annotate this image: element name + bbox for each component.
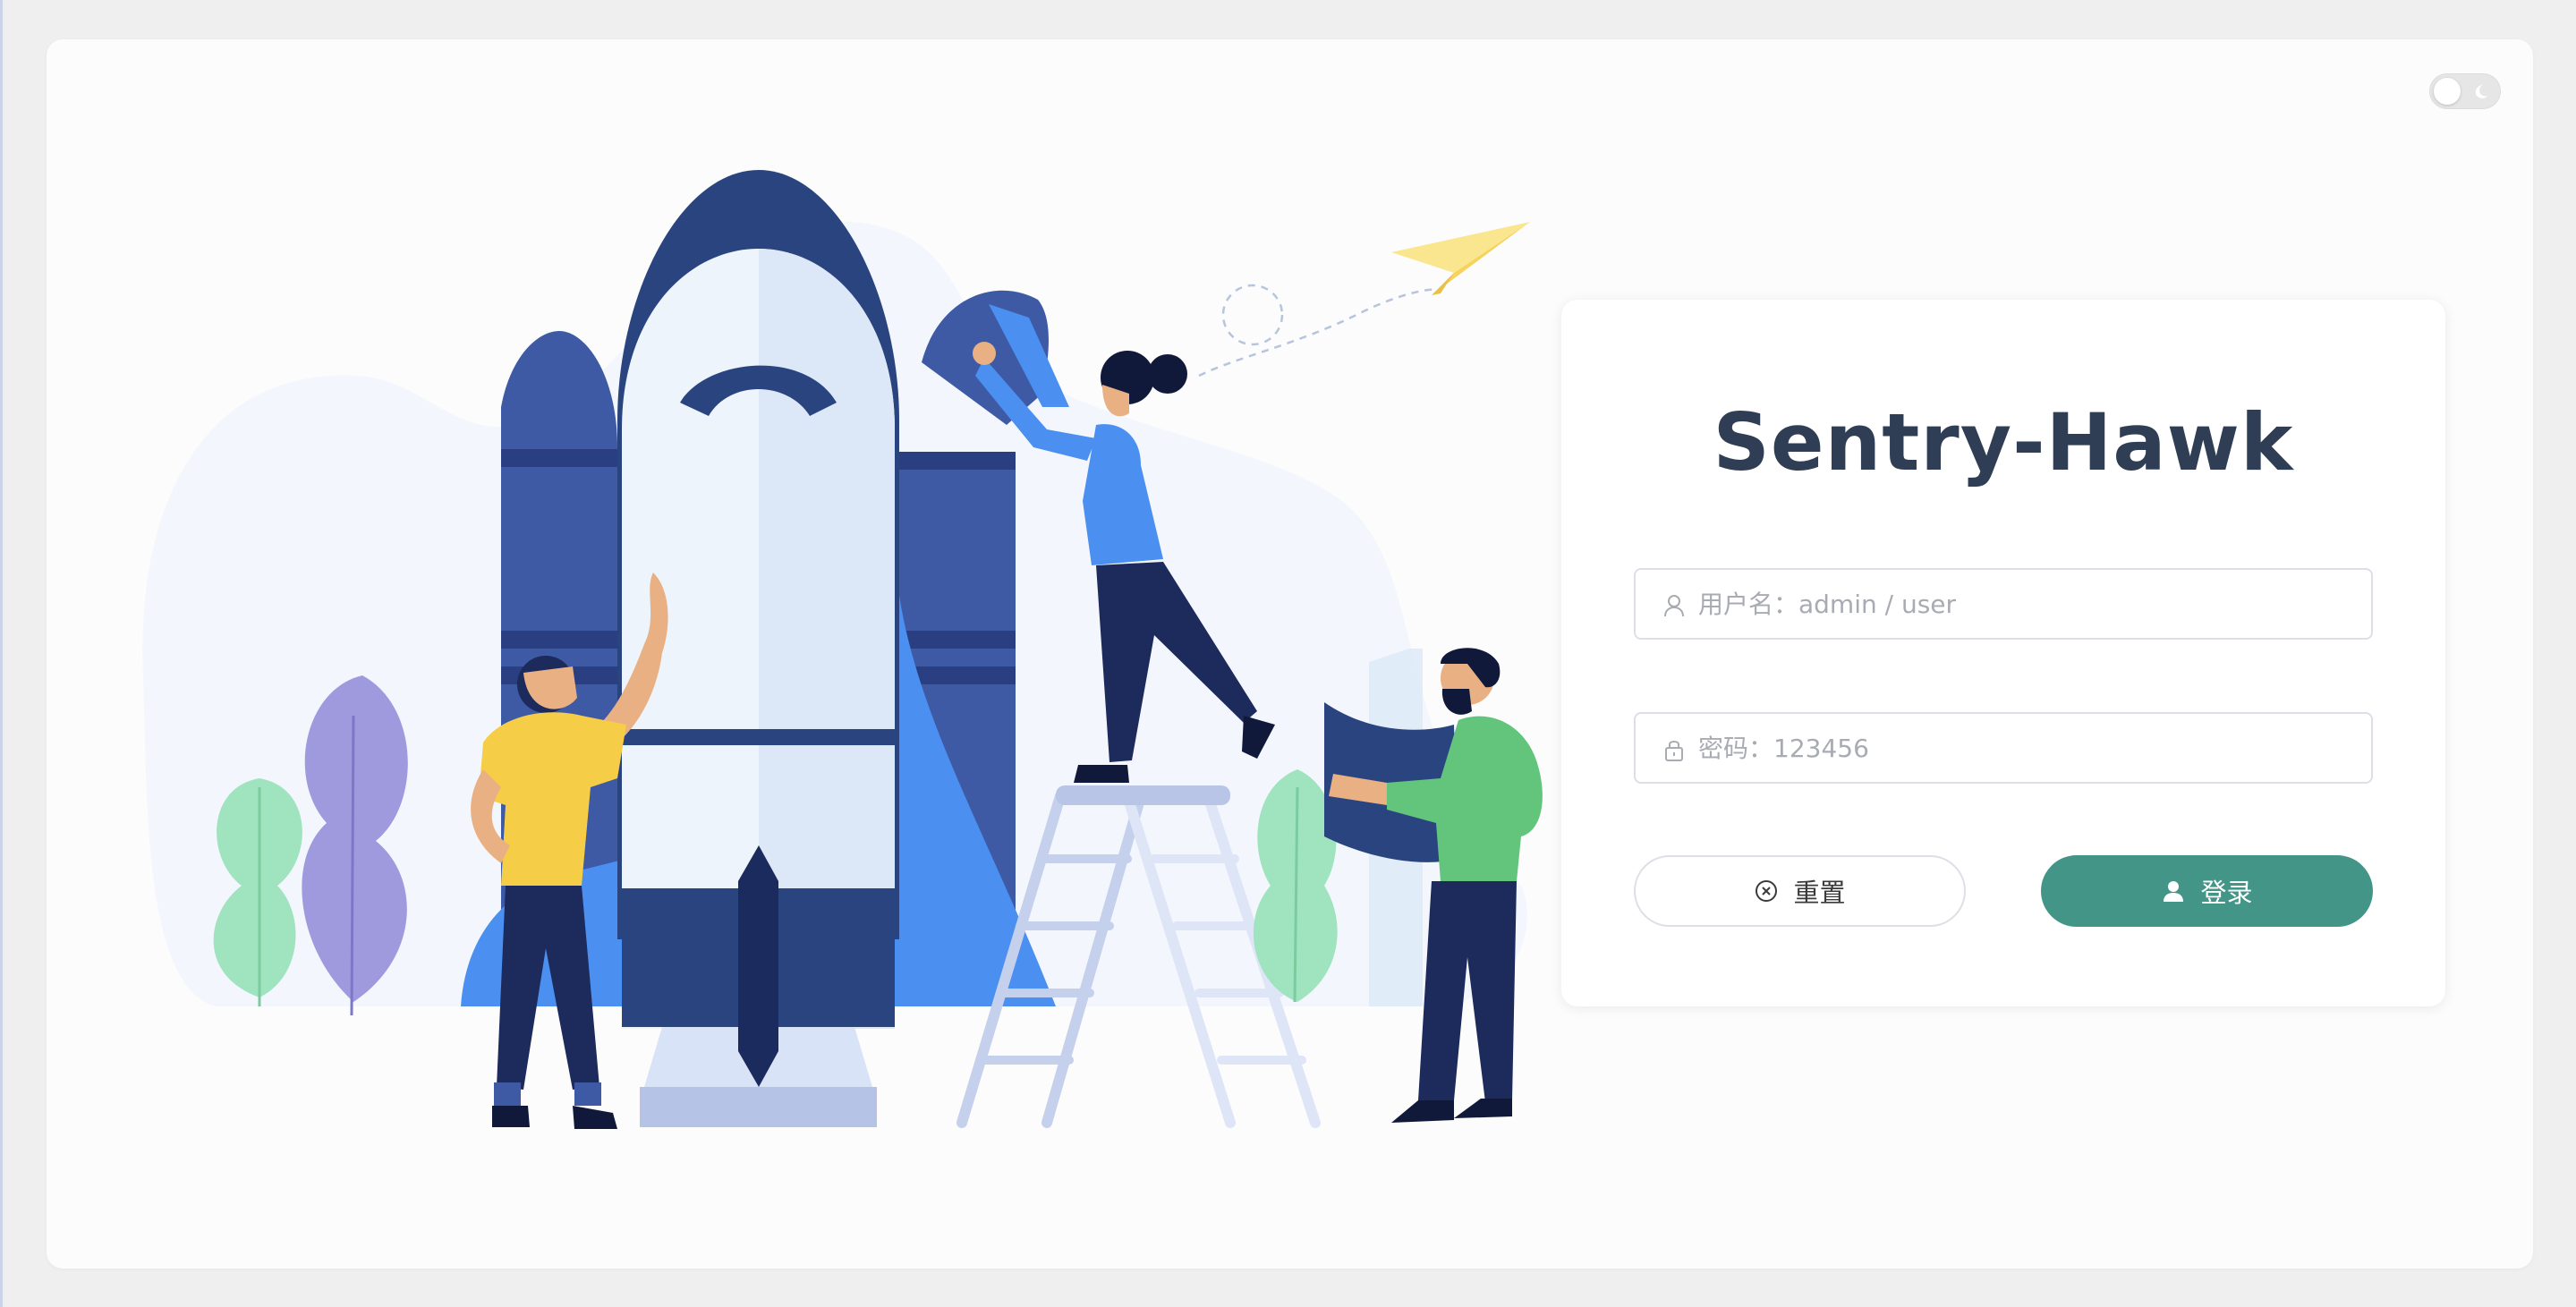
login-button[interactable]: 登录 [2041,855,2373,927]
moon-icon [2475,84,2488,98]
login-card: Sentry-Hawk 重置 登录 [1561,300,2445,1006]
username-field[interactable] [1634,568,2373,640]
user-filled-icon [2164,881,2184,902]
booster-right-band-1 [895,452,1016,470]
booster-right-band-2 [895,631,1016,649]
rocket-team-illustration [142,170,1543,1129]
booster-band-2 [501,631,619,649]
rocket-stripe [622,729,895,745]
user-icon [1664,595,1684,617]
username-input[interactable] [1698,570,2351,638]
paper-plane-icon [1391,222,1530,295]
password-input[interactable] [1698,714,2351,782]
reset-button-label: 重置 [1793,878,1846,908]
circle-close-icon [1756,880,1778,902]
reset-button[interactable]: 重置 [1634,855,1966,927]
theme-toggle-switch[interactable] [2429,73,2501,109]
rocket-stand [640,1087,877,1127]
rocket-center-fin [738,845,778,1087]
login-button-label: 登录 [2200,878,2253,908]
app-title: Sentry-Hawk [1713,396,2294,488]
paper-plane-trail [1198,288,1441,378]
lock-icon [1665,741,1683,761]
trail-loop [1221,284,1284,346]
booster-band-1 [501,449,619,467]
toggle-knob [2434,78,2461,105]
password-field[interactable] [1634,712,2373,784]
